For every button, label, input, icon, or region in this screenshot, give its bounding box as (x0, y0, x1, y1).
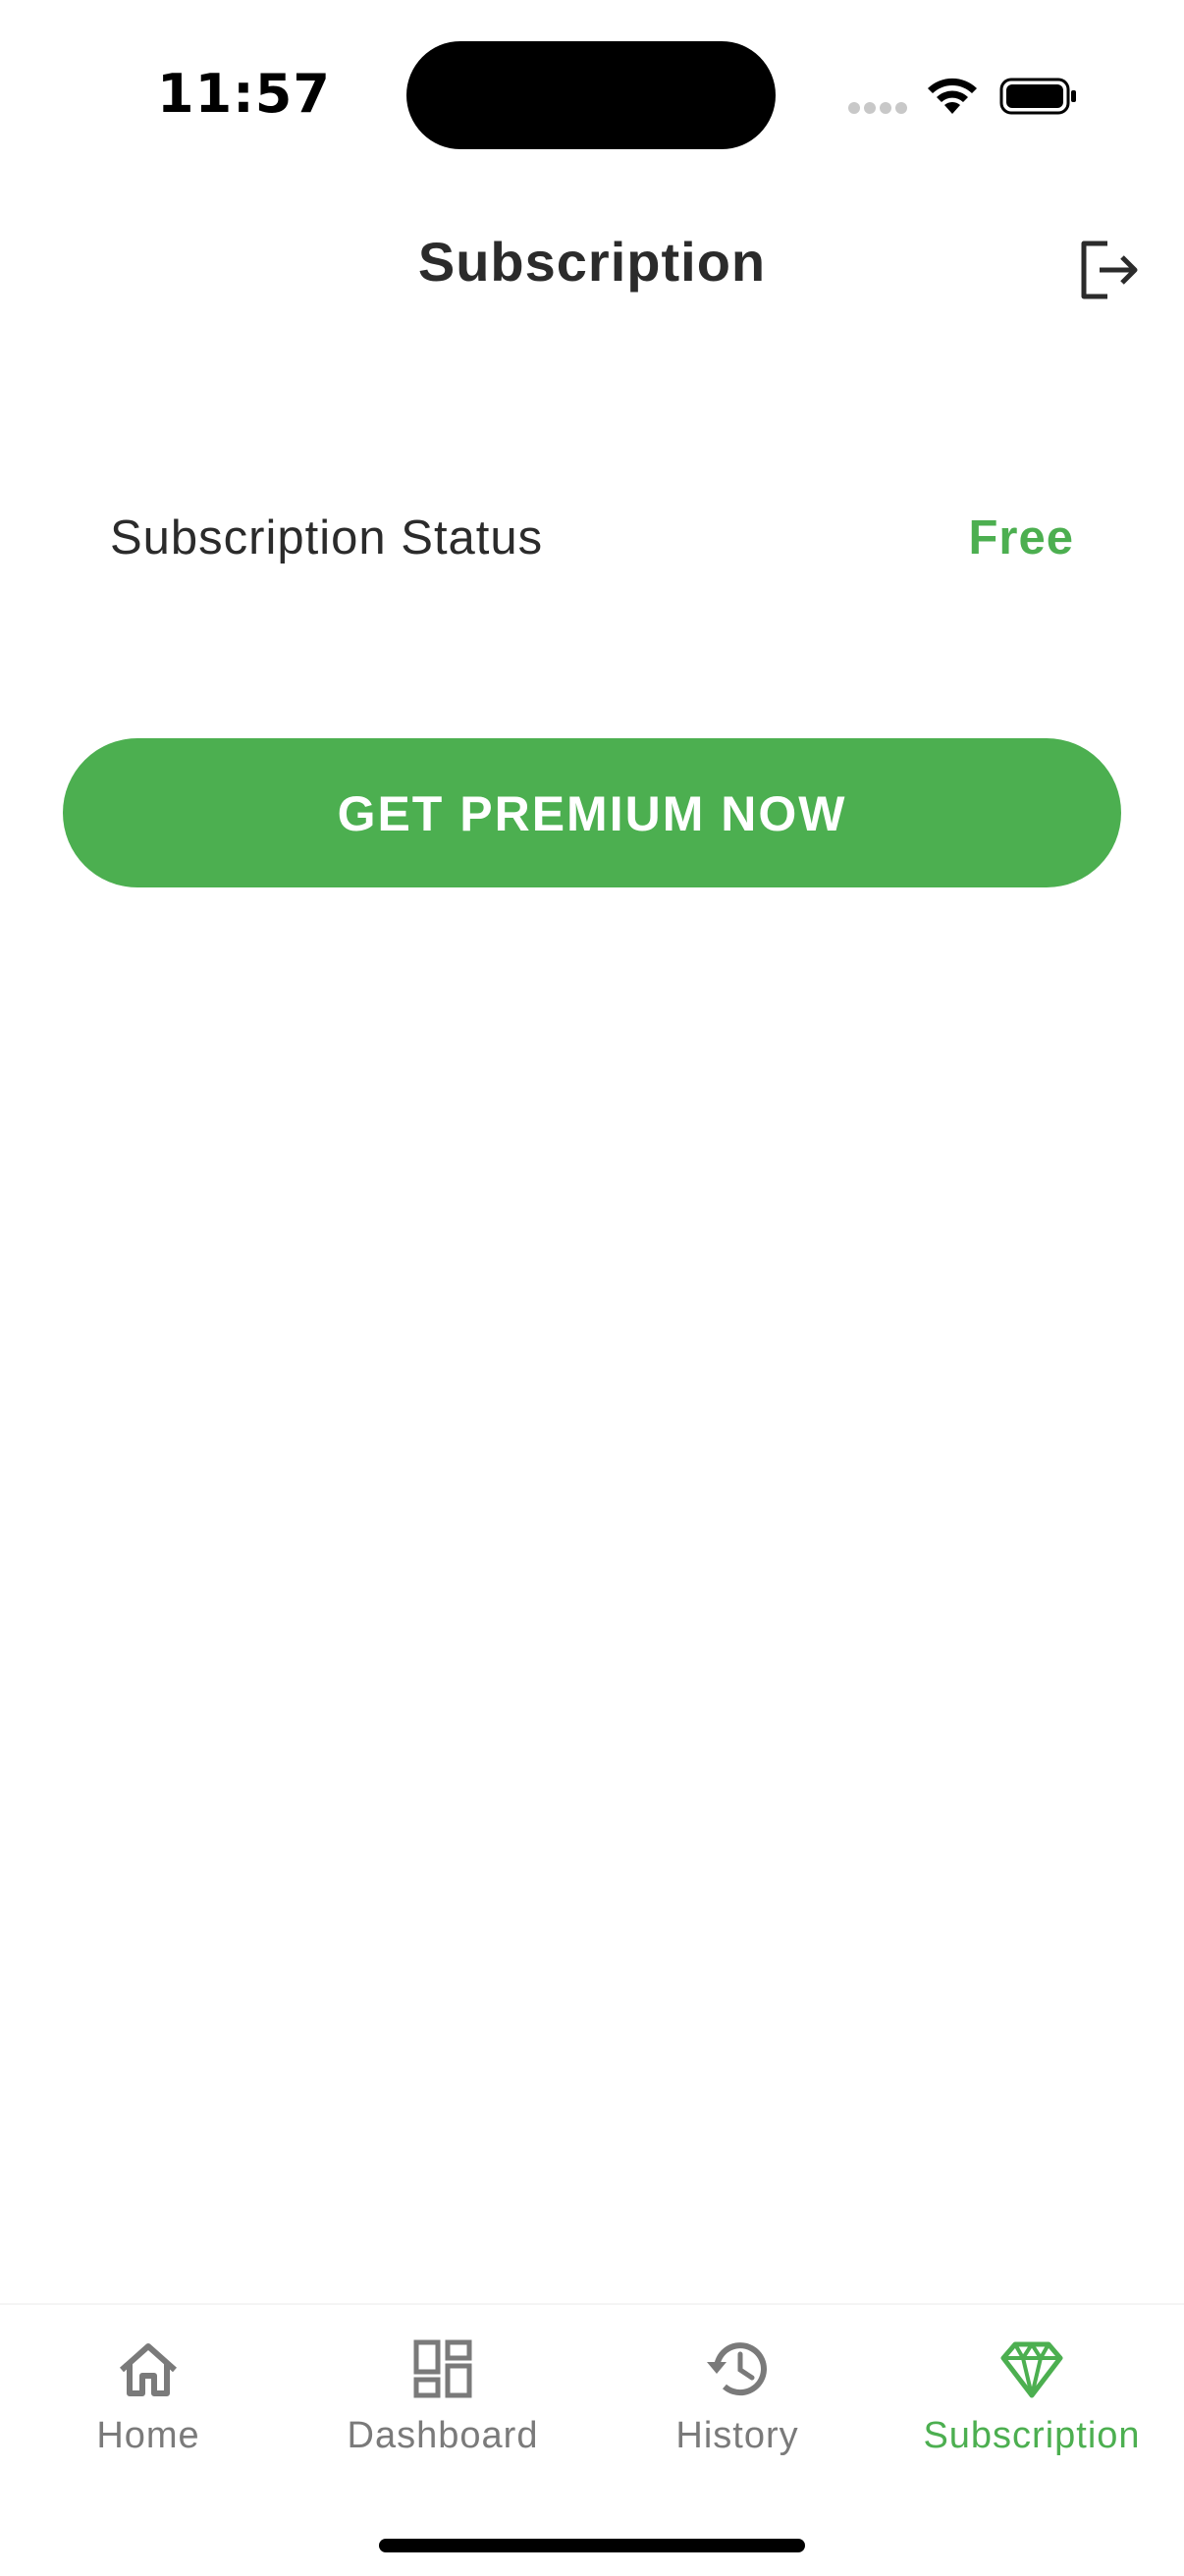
subscription-status-label: Subscription Status (110, 511, 544, 564)
subscription-status-value: Free (968, 511, 1074, 564)
dashboard-icon (413, 2339, 472, 2398)
battery-icon (999, 78, 1076, 115)
nav-item-label: Subscription (923, 2415, 1141, 2456)
logout-button[interactable] (1074, 236, 1143, 304)
subscription-status-row: Subscription Status Free (110, 507, 1074, 575)
nav-item-dashboard[interactable]: Dashboard (296, 2334, 590, 2482)
wifi-icon (928, 78, 977, 114)
nav-item-label: Home (96, 2415, 200, 2456)
nav-item-home[interactable]: Home (1, 2334, 296, 2482)
nav-item-label: Dashboard (347, 2415, 539, 2456)
get-premium-button[interactable]: GET PREMIUM NOW (63, 738, 1121, 887)
logout-icon (1081, 241, 1138, 299)
diamond-icon (1000, 2341, 1063, 2398)
home-icon (120, 2343, 177, 2396)
history-icon (707, 2342, 767, 2396)
nav-item-subscription[interactable]: Subscription (885, 2334, 1179, 2482)
page-title: Subscription (417, 231, 767, 293)
home-indicator (379, 2539, 805, 2552)
dynamic-island (406, 41, 776, 149)
nav-item-label: History (675, 2415, 799, 2456)
status-bar: 11:57 (0, 0, 1184, 187)
nav-item-history[interactable]: History (590, 2334, 885, 2482)
app-header: Subscription (0, 206, 1184, 324)
cellular-signal-icon (848, 102, 907, 116)
status-time: 11:57 (157, 63, 331, 125)
bottom-navigation: Home Dashboard History Subscription (0, 2303, 1184, 2576)
